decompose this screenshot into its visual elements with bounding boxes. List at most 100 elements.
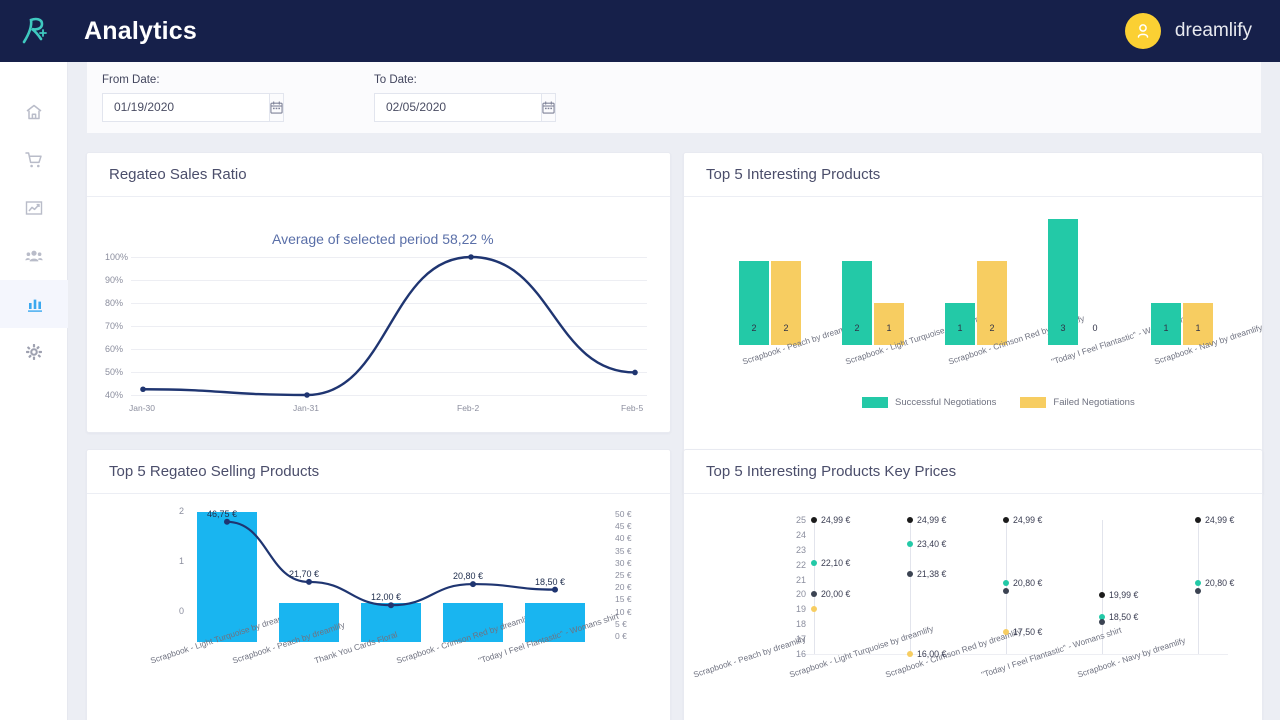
- data-point-label: 17,50 €: [1013, 627, 1042, 637]
- data-point[interactable]: [811, 517, 817, 523]
- users-icon: [24, 246, 44, 266]
- main-content: From Date: To Date:: [68, 62, 1280, 720]
- bar-value-label: 3: [1048, 323, 1078, 333]
- from-date-group: From Date:: [102, 74, 255, 122]
- calendar-icon: [542, 101, 555, 114]
- y-axis-tick: 23: [796, 545, 806, 555]
- data-point-label: 24,99 €: [917, 515, 946, 525]
- data-point[interactable]: [1195, 580, 1201, 586]
- to-date-label: To Date:: [374, 74, 527, 86]
- data-point[interactable]: [907, 651, 913, 657]
- data-point-label: 23,40 €: [917, 539, 946, 549]
- chart-regateo-sales-ratio[interactable]: Average of selected period 58,22 %100%90…: [87, 197, 670, 433]
- sidebar-item-settings[interactable]: [0, 328, 68, 376]
- chart-line-icon: [24, 198, 44, 218]
- card-header: Regateo Sales Ratio: [87, 153, 670, 197]
- legend-item[interactable]: Successful Negotiations: [862, 397, 996, 408]
- data-point[interactable]: [811, 560, 817, 566]
- line-point-label: 20,80 €: [453, 571, 483, 581]
- to-date-group: To Date:: [374, 74, 527, 122]
- y-axis-tick: 16: [796, 649, 806, 659]
- sidebar-item-home[interactable]: [0, 88, 68, 136]
- card-header: Top 5 Interesting Products: [684, 153, 1262, 197]
- card-header: Top 5 Interesting Products Key Prices: [684, 450, 1262, 494]
- data-point[interactable]: [1195, 588, 1201, 594]
- line-point-label: 18,50 €: [535, 577, 565, 587]
- data-point[interactable]: [1003, 588, 1009, 594]
- from-date-input[interactable]: [102, 93, 269, 122]
- date-filter-bar: From Date: To Date:: [86, 62, 1262, 134]
- data-point[interactable]: [811, 606, 817, 612]
- shopping-cart-icon: [24, 150, 44, 170]
- to-date-calendar-button[interactable]: [541, 93, 556, 122]
- bar-value-label: 1: [1151, 323, 1181, 333]
- page-title: Analytics: [84, 17, 197, 46]
- gear-icon: [24, 342, 44, 362]
- legend-swatch: [1020, 397, 1046, 408]
- bar-value-label: 1: [945, 323, 975, 333]
- data-point-label: 24,99 €: [821, 515, 850, 525]
- chart-legend: Successful Negotiations Failed Negotiatio…: [862, 397, 1151, 408]
- y-axis-tick: 25: [796, 515, 806, 525]
- data-point-label: 19,99 €: [1109, 590, 1138, 600]
- card-top5-interesting-products: Top 5 Interesting Products 22Scrapbook -…: [683, 152, 1263, 496]
- data-point[interactable]: [907, 541, 913, 547]
- y-axis-tick: 22: [796, 560, 806, 570]
- data-point[interactable]: [1195, 517, 1201, 523]
- bar-value-label: 0: [1080, 323, 1110, 333]
- bar-value-label: 1: [874, 323, 904, 333]
- card-header: Top 5 Regateo Selling Products: [87, 450, 670, 494]
- sidebar-item-customers[interactable]: [0, 232, 68, 280]
- bar-value-label: 2: [842, 323, 872, 333]
- category-axis-line: [814, 520, 815, 654]
- data-point-label: 20,80 €: [1205, 578, 1234, 588]
- app-logo[interactable]: [0, 14, 68, 48]
- from-date-label: From Date:: [102, 74, 255, 86]
- line-series-path: [87, 197, 672, 433]
- bar-value-label: 1: [1183, 323, 1213, 333]
- card-title: Top 5 Interesting Products: [706, 166, 880, 183]
- card-title: Top 5 Regateo Selling Products: [109, 463, 319, 480]
- bar-value-label: 2: [977, 323, 1007, 333]
- chart-top5-regateo-selling-products[interactable]: 21050 €45 €40 €35 €30 €25 €20 €15 €10 €5…: [87, 494, 670, 720]
- legend-item[interactable]: Failed Negotiations: [1020, 397, 1134, 408]
- data-point-label: 20,80 €: [1013, 578, 1042, 588]
- legend-label: Successful Negotiations: [895, 397, 996, 408]
- data-point[interactable]: [1099, 592, 1105, 598]
- from-date-calendar-button[interactable]: [269, 93, 284, 122]
- calendar-icon: [270, 101, 283, 114]
- category-axis-line: [1198, 520, 1199, 654]
- top-navigation-bar: Analytics dreamlify: [0, 0, 1280, 62]
- card-top5-regateo-selling-products: Top 5 Regateo Selling Products 21050 €45…: [86, 449, 671, 720]
- line-point-label: 21,70 €: [289, 569, 319, 579]
- sidebar-item-shop[interactable]: [0, 136, 68, 184]
- card-title: Top 5 Interesting Products Key Prices: [706, 463, 956, 480]
- data-point[interactable]: [1003, 517, 1009, 523]
- user-menu[interactable]: dreamlify: [1125, 0, 1252, 62]
- data-point-label: 18,50 €: [1109, 612, 1138, 622]
- to-date-input[interactable]: [374, 93, 541, 122]
- line-point-label: 46,75 €: [207, 509, 237, 519]
- data-point-label: 21,38 €: [917, 569, 946, 579]
- card-regateo-sales-ratio: Regateo Sales Ratio Average of selected …: [86, 152, 671, 433]
- data-point[interactable]: [1003, 629, 1009, 635]
- y-axis-tick: 18: [796, 619, 806, 629]
- sidebar-item-analytics[interactable]: [0, 280, 68, 328]
- avatar[interactable]: [1125, 13, 1161, 49]
- data-point-label: 16,00 €: [917, 649, 946, 659]
- data-point-label: 20,00 €: [821, 589, 850, 599]
- line-series-sales: [87, 494, 672, 720]
- data-point-label: 24,99 €: [1013, 515, 1042, 525]
- card-top5-key-prices: Top 5 Interesting Products Key Prices 25…: [683, 449, 1263, 720]
- y-axis-tick: 19: [796, 604, 806, 614]
- chart-top5-key-prices[interactable]: 25242322212019181716Scrapbook - Peach by…: [684, 494, 1262, 720]
- data-point[interactable]: [907, 571, 913, 577]
- legend-label: Failed Negotiations: [1053, 397, 1134, 408]
- data-point[interactable]: [1099, 619, 1105, 625]
- data-point[interactable]: [907, 517, 913, 523]
- line-point-label: 12,00 €: [371, 592, 401, 602]
- data-point[interactable]: [1003, 580, 1009, 586]
- y-axis-tick: 21: [796, 575, 806, 585]
- sidebar-item-trends[interactable]: [0, 184, 68, 232]
- data-point[interactable]: [811, 591, 817, 597]
